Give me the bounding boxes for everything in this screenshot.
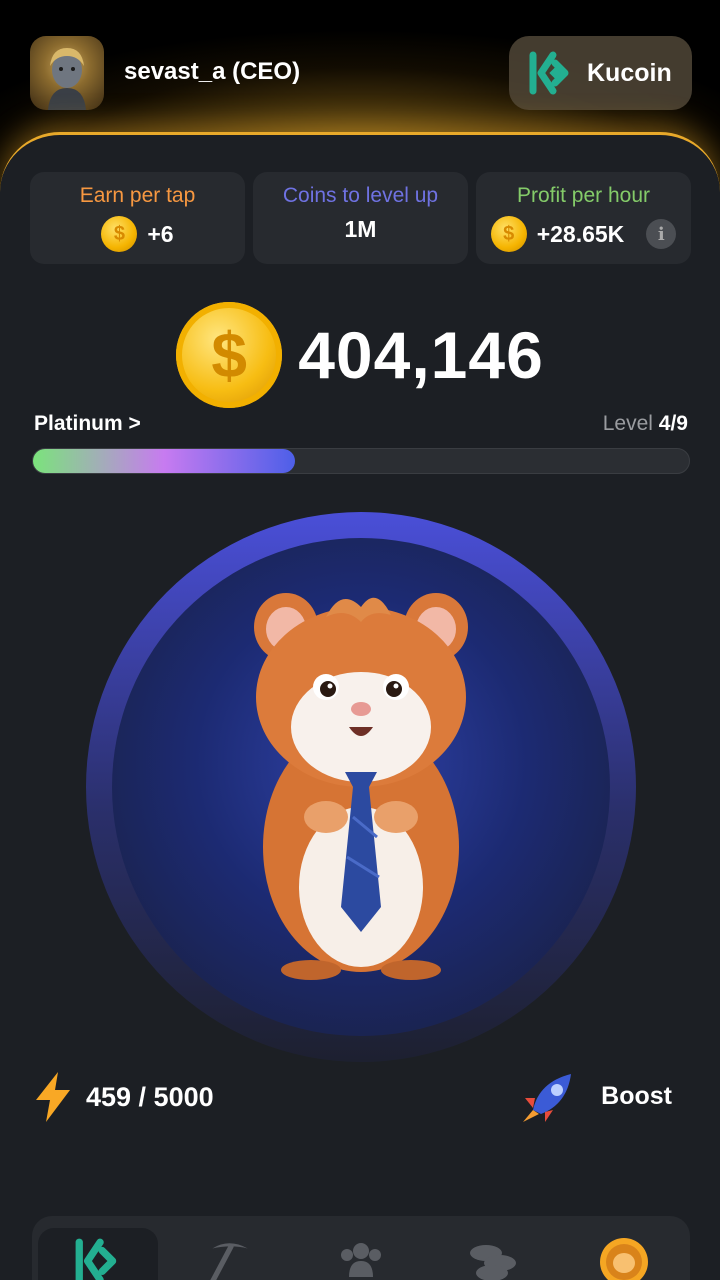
nav-mine[interactable] [169,1228,289,1280]
avatar-portrait-icon [48,48,86,110]
kucoin-logo-icon [75,1238,117,1280]
level-prefix: Level [602,412,659,435]
coin-balance: 404,146 [298,318,544,392]
lightning-icon [36,1072,70,1122]
energy-value: 459 / 5000 [86,1081,214,1112]
coins-to-level-title: Coins to level up [282,184,439,207]
earn-per-tap-card[interactable]: Earn per tap $ +6 [30,172,245,264]
boost-button[interactable]: Boost [519,1068,672,1124]
coins-to-level-value: 1M [344,216,377,242]
coin-icon: $ [101,216,138,252]
league-link[interactable]: Platinum > [34,412,141,436]
friends-icon [340,1243,381,1277]
profit-per-hour-title: Profit per hour [516,184,651,207]
boost-label: Boost [601,1081,672,1110]
dollar-coin-icon: $ [176,302,283,408]
nav-airdrop[interactable] [564,1228,684,1280]
level-value: 4/9 [658,412,688,435]
nav-friends[interactable] [301,1228,421,1280]
coins-stack-icon [469,1245,516,1280]
earn-per-tap-title: Earn per tap [79,184,196,207]
user-avatar[interactable] [30,36,104,110]
coins-to-level-card[interactable]: Coins to level up 1M [253,172,468,264]
info-icon[interactable]: i [646,219,677,249]
level-indicator: Level 4/9 [603,412,688,436]
balance-row: $ 404,146 [0,300,720,410]
level-progress-bar [32,448,690,474]
coin-icon: $ [490,216,527,252]
exchange-select-button[interactable]: Kucoin [509,36,692,110]
nav-earn[interactable] [433,1228,553,1280]
energy-indicator: 459 / 5000 [34,1072,214,1122]
exchange-label: Kucoin [587,58,672,87]
profit-per-hour-value: +28.65K [536,220,625,247]
nav-exchange[interactable] [37,1228,158,1280]
profit-per-hour-card[interactable]: Profit per hour $ +28.65K i [476,172,691,264]
level-progress-fill [33,449,296,473]
earn-per-tap-value: +6 [147,220,174,247]
hamster-ceo-icon [254,593,468,980]
tap-button[interactable] [86,512,636,1062]
rocket-icon [523,1074,572,1122]
bottom-nav [32,1216,690,1280]
pickaxe-icon [210,1243,249,1280]
hamster-coin-icon [600,1238,649,1280]
tap-circle-inner [112,538,610,1036]
kucoin-logo-icon [529,51,569,95]
username: sevast_a (CEO) [124,58,301,85]
app-screen: sevast_a (CEO) Kucoin Earn per tap $ +6 … [0,0,720,1280]
